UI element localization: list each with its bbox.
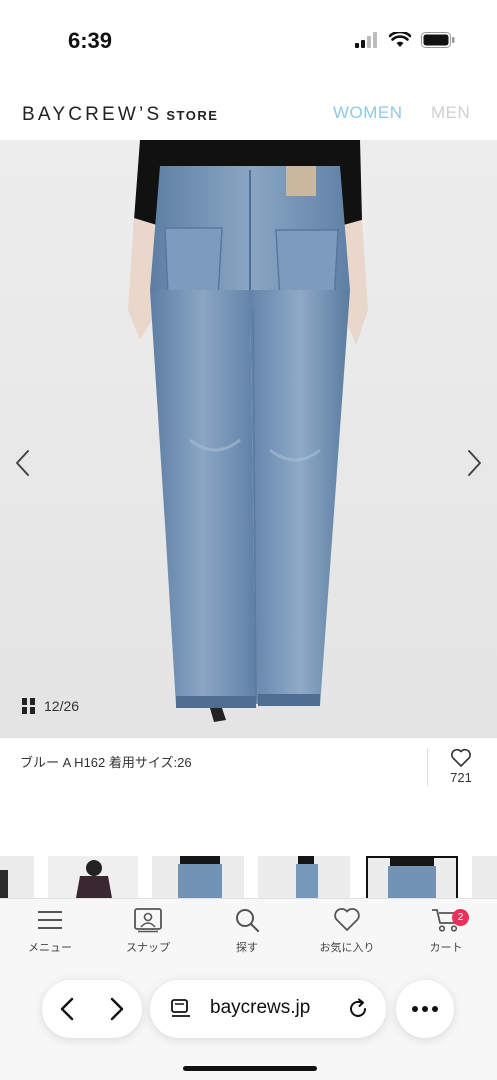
site-logo[interactable]: BAYCREW’S STORE [22, 104, 218, 126]
tab-snap-label: スナップ [126, 942, 170, 954]
grid-icon [22, 698, 35, 714]
thumbnail[interactable] [258, 856, 350, 898]
product-image-gallery[interactable]: 12/26 [0, 140, 497, 738]
more-icon [412, 1006, 438, 1012]
cart-badge: 2 [452, 909, 469, 926]
address-bar[interactable]: baycrews.jp [150, 980, 386, 1038]
back-arrow-icon[interactable] [56, 995, 80, 1023]
favorite-count: 721 [450, 770, 472, 785]
status-icons [355, 32, 455, 48]
thumbnail-selected[interactable] [366, 856, 458, 898]
reader-icon[interactable] [170, 998, 192, 1020]
tab-favorites[interactable]: お気に入り [307, 907, 387, 955]
search-icon [236, 909, 260, 933]
gallery-counter-text: 12/26 [44, 698, 80, 714]
product-photo [0, 140, 497, 738]
menu-icon [38, 911, 62, 929]
site-header: BAYCREW’S STORE WOMEN MEN [0, 80, 497, 140]
nav-men-link[interactable]: MEN [431, 103, 470, 123]
image-caption: ブルー A H162 着用サイズ:26 [20, 755, 192, 770]
signal-icon [355, 32, 377, 48]
tab-cart[interactable]: 2 カート [406, 907, 486, 955]
thumbnail[interactable] [48, 856, 138, 898]
thumbnail[interactable] [472, 856, 497, 898]
url-text: baycrews.jp [210, 997, 311, 1018]
thumbnail-strip [0, 856, 497, 898]
snap-icon [134, 908, 162, 933]
nav-women-link[interactable]: WOMEN [333, 103, 403, 123]
reload-icon[interactable] [346, 997, 370, 1021]
tab-menu[interactable]: メニュー [10, 907, 90, 955]
status-bar: 6:39 [0, 0, 497, 80]
status-time: 6:39 [68, 28, 113, 53]
tab-favorites-label: お気に入り [319, 942, 375, 954]
tab-search-label: 探す [236, 942, 258, 954]
tab-cart-label: カート [429, 942, 463, 954]
tab-snap[interactable]: スナップ [108, 907, 188, 955]
battery-icon [421, 32, 455, 48]
gallery-next-arrow-icon[interactable] [459, 445, 489, 481]
favorite-button[interactable]: 721 [443, 748, 479, 785]
divider [427, 748, 428, 786]
tab-search[interactable]: 探す [207, 907, 287, 955]
thumbnail[interactable] [152, 856, 244, 898]
logo-text: BAYCREW’S [22, 104, 163, 125]
thumbnail[interactable] [0, 856, 34, 898]
forward-arrow-icon[interactable] [104, 995, 128, 1023]
heart-icon [334, 908, 360, 931]
home-indicator [183, 1066, 317, 1071]
heart-icon [451, 748, 471, 767]
gallery-prev-arrow-icon[interactable] [8, 445, 38, 481]
logo-store-text: STORE [166, 108, 219, 123]
tab-menu-label: メニュー [28, 942, 72, 954]
browser-nav-group [42, 980, 142, 1038]
wifi-icon [389, 32, 411, 47]
more-button[interactable] [396, 980, 454, 1038]
gallery-counter[interactable]: 12/26 [22, 698, 79, 714]
